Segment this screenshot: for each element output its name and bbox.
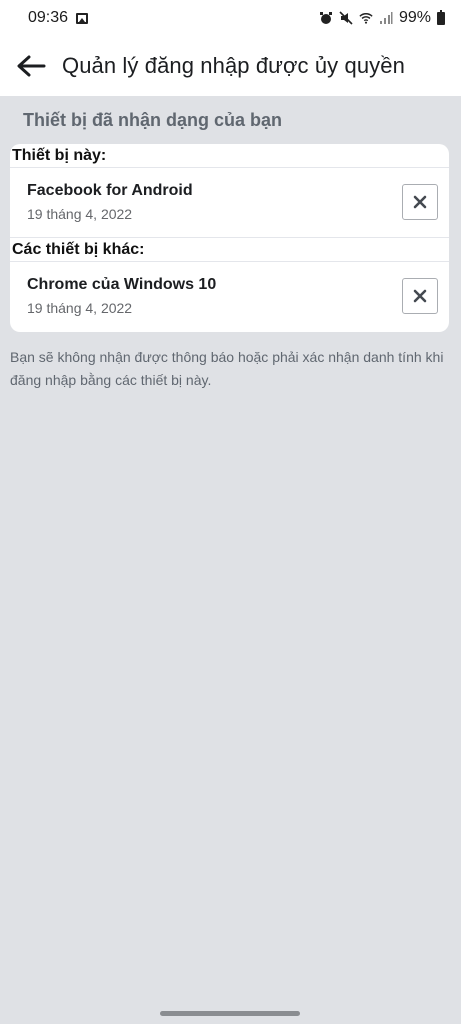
page-title: Quản lý đăng nhập được ủy quyền bbox=[62, 53, 405, 78]
battery-icon bbox=[437, 9, 445, 25]
section-title: Thiết bị đã nhận dạng của bạn bbox=[23, 110, 283, 130]
close-icon bbox=[413, 195, 427, 209]
status-bar: 09:36 99% bbox=[0, 0, 461, 36]
app-bar: Quản lý đăng nhập được ủy quyền bbox=[0, 36, 461, 96]
image-icon bbox=[76, 12, 89, 24]
status-left: 09:36 bbox=[28, 9, 89, 27]
alarm-icon bbox=[319, 12, 332, 24]
arrow-left-icon bbox=[17, 55, 46, 77]
device-date: 19 tháng 4, 2022 bbox=[27, 206, 133, 222]
close-icon bbox=[413, 289, 427, 303]
device-date: 19 tháng 4, 2022 bbox=[27, 300, 133, 316]
signal-icon bbox=[379, 12, 393, 24]
wifi-icon bbox=[359, 13, 373, 24]
home-indicator[interactable] bbox=[160, 1011, 300, 1016]
remove-device-button[interactable] bbox=[402, 278, 438, 314]
device-name: Facebook for Android bbox=[27, 182, 193, 199]
back-button[interactable] bbox=[0, 36, 62, 96]
battery-percent: 99% bbox=[398, 9, 431, 26]
status-time: 09:36 bbox=[28, 9, 69, 26]
status-right: 99% bbox=[319, 9, 445, 27]
remove-device-button[interactable] bbox=[402, 184, 438, 220]
device-name: Chrome của Windows 10 bbox=[27, 276, 217, 293]
other-devices-label: Các thiết bị khác: bbox=[10, 238, 449, 262]
mute-icon bbox=[339, 11, 353, 25]
this-device-label: Thiết bị này: bbox=[10, 144, 449, 168]
info-note: Bạn sẽ không nhận được thông báo hoặc ph… bbox=[10, 349, 444, 388]
device-row-chrome-windows: Chrome của Windows 10 19 tháng 4, 2022 bbox=[10, 262, 449, 332]
devices-card: Thiết bị này: Facebook for Android 19 th… bbox=[10, 144, 449, 332]
device-row-facebook-android: Facebook for Android 19 tháng 4, 2022 bbox=[10, 168, 449, 238]
